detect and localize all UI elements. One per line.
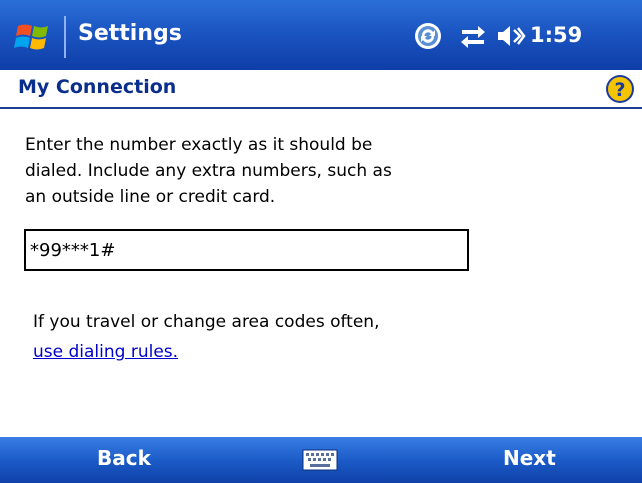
speaker-icon[interactable] [496, 20, 526, 52]
next-button[interactable]: Next [503, 446, 556, 470]
sync-icon[interactable] [412, 20, 444, 52]
back-button[interactable]: Back [97, 446, 151, 470]
keyboard-icon[interactable] [302, 449, 338, 471]
svg-text:?: ? [614, 79, 625, 101]
menu-bar: Back Next [0, 437, 642, 483]
help-icon[interactable]: ? [605, 74, 635, 104]
connectivity-icon[interactable] [458, 20, 488, 52]
travel-text: If you travel or change area codes often… [33, 312, 380, 332]
title-bar: Settings 1:59 [0, 0, 642, 70]
clock[interactable]: 1:59 [530, 23, 582, 47]
page-title: My Connection [18, 76, 177, 98]
dialing-rules-link[interactable]: use dialing rules. [33, 342, 178, 362]
phone-number-input[interactable] [24, 229, 469, 271]
windows-start-icon[interactable] [14, 20, 54, 56]
page-header: My Connection ? [0, 70, 642, 107]
header-divider [0, 107, 642, 109]
instructions-text: Enter the number exactly as it should be… [25, 135, 392, 207]
app-title: Settings [78, 21, 182, 46]
title-divider [64, 16, 66, 58]
